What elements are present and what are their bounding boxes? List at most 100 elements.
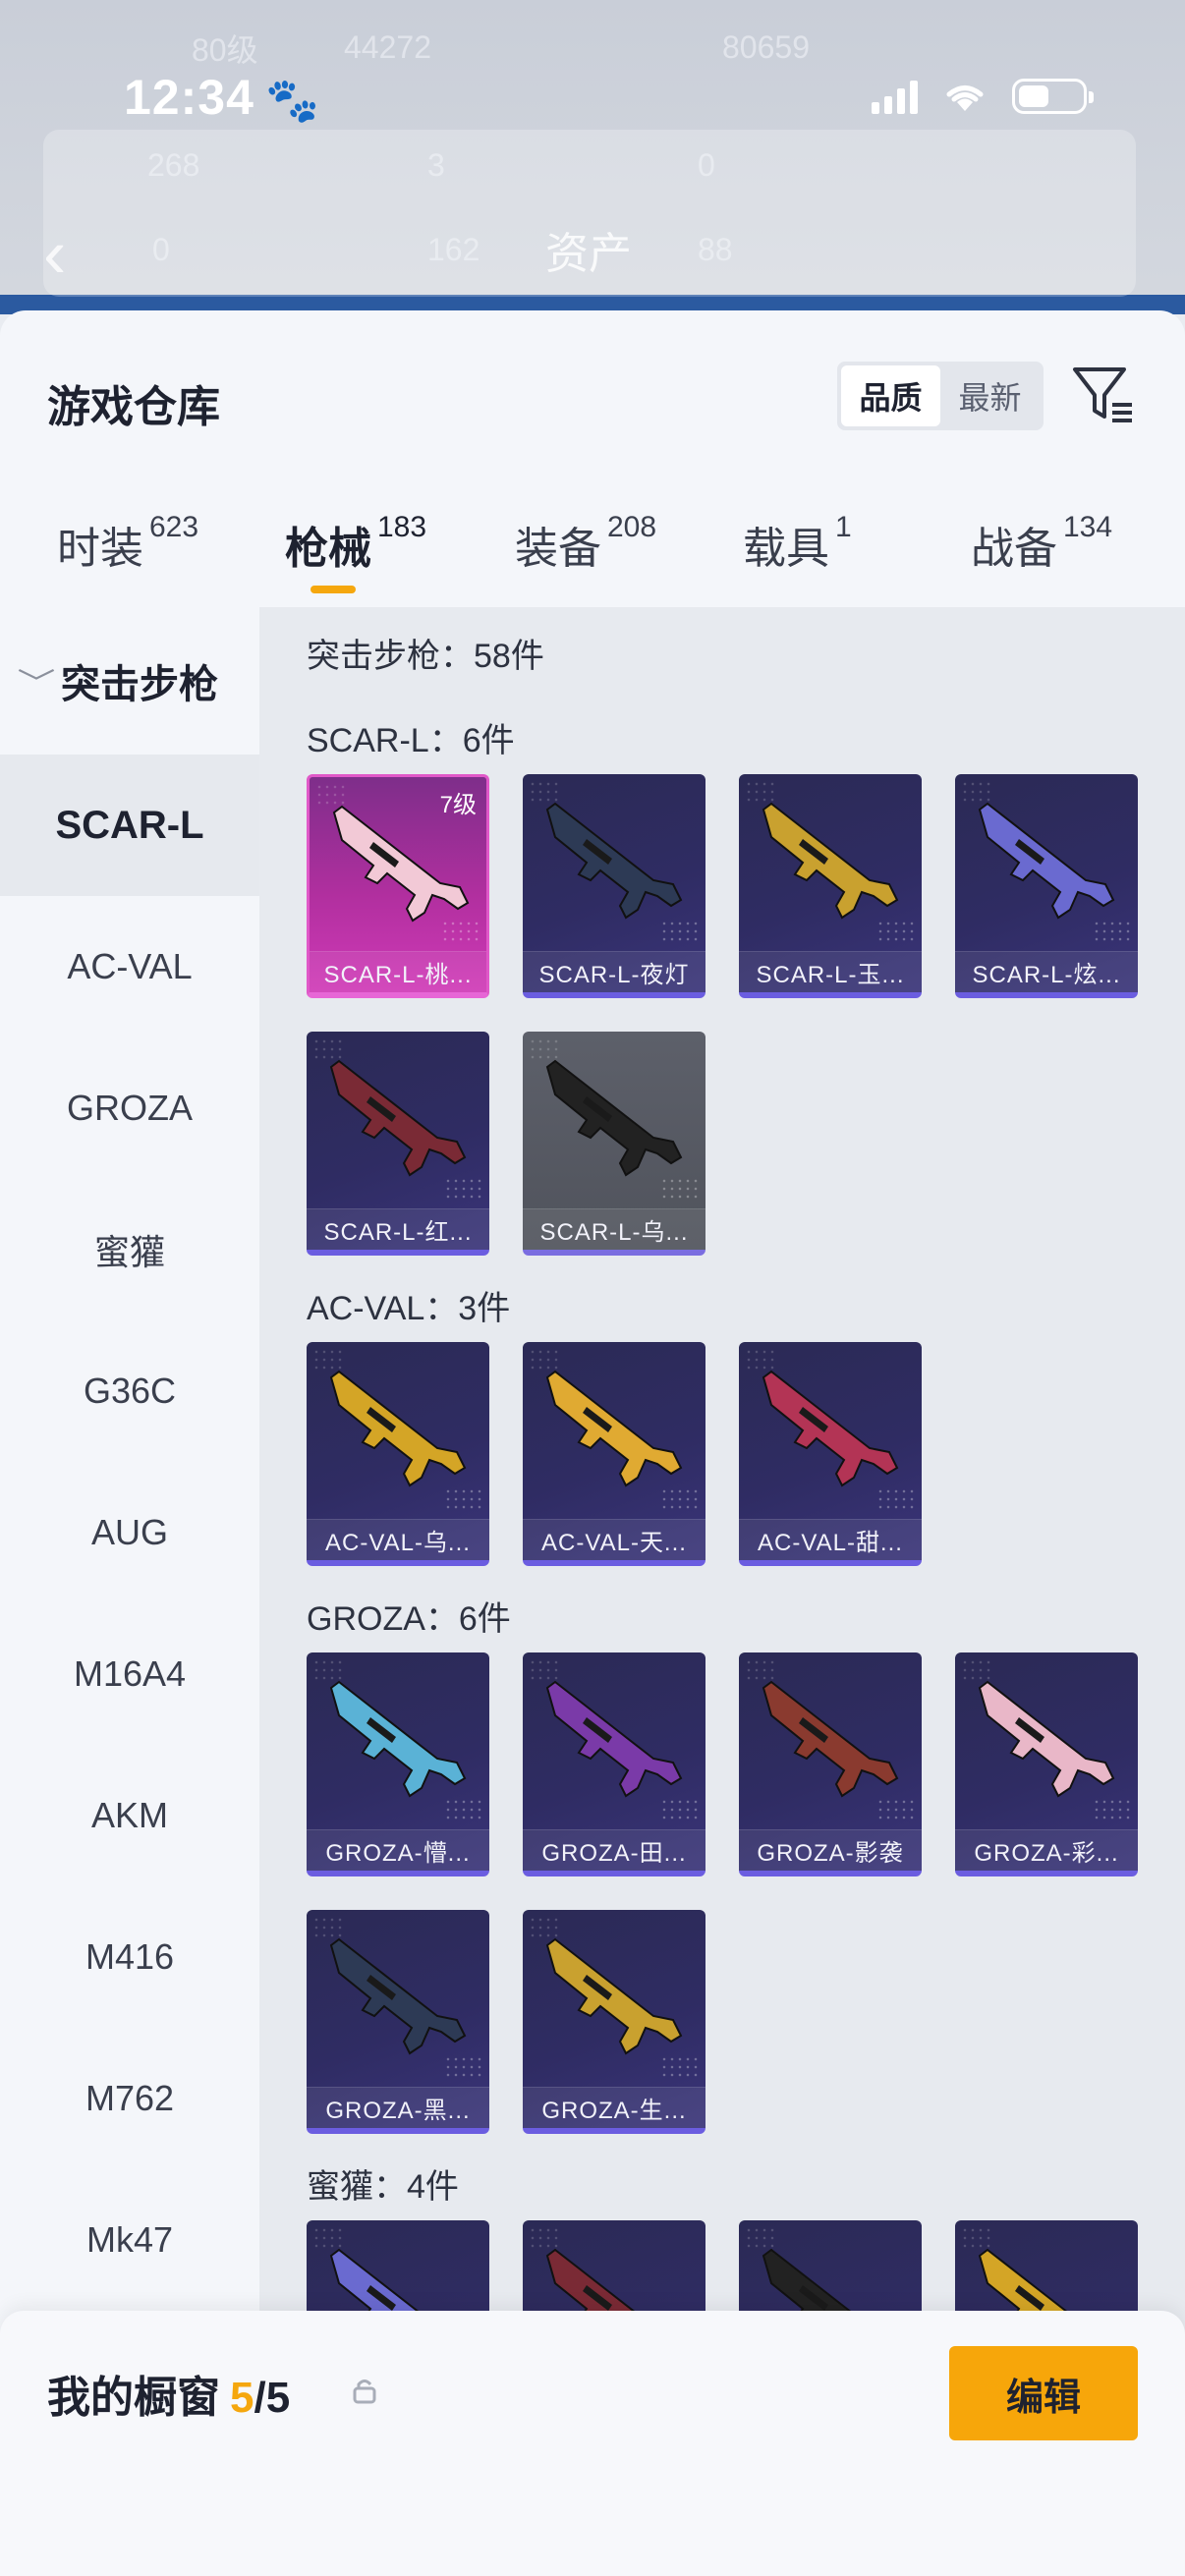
weapon-name: GROZA-黑... [307, 2087, 489, 2128]
weapon-card[interactable]: SCAR-L-红... [307, 1032, 489, 1256]
tab-count: 183 [377, 511, 427, 543]
sidebar-item-groza[interactable]: GROZA [0, 1037, 259, 1179]
wifi-icon [943, 80, 987, 113]
tab-count: 1 [835, 511, 852, 543]
paw-icon: 🐾 [265, 77, 319, 125]
group-header: AC-VAL：3件 [307, 1290, 511, 1327]
weapon-card[interactable]: SCAR-L-炫... [955, 774, 1138, 998]
weapon-card[interactable]: GROZA-生... [523, 1910, 705, 2134]
tab-label: 装备 [515, 525, 601, 573]
weapon-name: SCAR-L-玉... [739, 951, 922, 992]
rifle-icon [329, 1937, 467, 2055]
sidebar-item-m762[interactable]: M762 [0, 2028, 259, 2169]
sidebar-item-ac-val[interactable]: AC-VAL [0, 896, 259, 1037]
weapon-card[interactable]: AC-VAL-天... [523, 1342, 705, 1566]
showcase-total-count: /5 [254, 2374, 291, 2422]
rifle-icon [545, 802, 683, 920]
rifle-icon [978, 1680, 1115, 1798]
category-summary: 突击步枪：58件 [307, 638, 544, 675]
back-chevron-icon[interactable]: ‹ [43, 214, 66, 293]
sidebar-item-honey-badger[interactable]: 蜜獾 [0, 1179, 259, 1320]
sidebar-item-scar-l[interactable]: SCAR-L [0, 755, 259, 896]
tab-count: 208 [607, 511, 657, 543]
weapon-name: AC-VAL-天... [523, 1519, 705, 1560]
rifle-icon [545, 1059, 683, 1177]
showcase-current-count: 5 [230, 2374, 254, 2422]
sidebar-item-m416[interactable]: M416 [0, 1886, 259, 2028]
weapon-card[interactable]: SCAR-L-夜灯 [523, 774, 705, 998]
weapon-type-sidebar: ﹀ 突击步枪 SCAR-L AC-VAL GROZA 蜜獾 G36C AUG M… [0, 607, 259, 2576]
weapon-name: SCAR-L-夜灯 [523, 951, 705, 992]
weapon-name: GROZA-懵... [307, 1829, 489, 1871]
tab-count: 623 [149, 511, 199, 543]
sidebar-item-aug[interactable]: AUG [0, 1462, 259, 1603]
coins-text: 44272 [344, 29, 431, 65]
tab-label: 枪械 [285, 525, 371, 573]
level-text: 80级 [192, 32, 258, 68]
stat-1: 268 [147, 147, 200, 183]
showcase-title: 我的橱窗 [47, 2374, 220, 2422]
group-header: 蜜獾：4件 [307, 2168, 459, 2206]
score-text: 80659 [722, 29, 810, 65]
sidebar-item-m16a4[interactable]: M16A4 [0, 1603, 259, 1745]
tab-label: 战备 [971, 525, 1057, 573]
weapon-card[interactable]: AC-VAL-甜... [739, 1342, 922, 1566]
weapon-card[interactable]: 7级 SCAR-L-桃... [307, 774, 489, 998]
tab-firearms[interactable]: 枪械 183 [285, 511, 427, 576]
sidebar-item-akm[interactable]: AKM [0, 1745, 259, 1886]
weapon-card[interactable]: GROZA-彩... [955, 1652, 1138, 1876]
rifle-icon [329, 1370, 467, 1487]
weapon-name: AC-VAL-甜... [739, 1519, 922, 1560]
weapon-card[interactable]: SCAR-L-玉... [739, 774, 922, 998]
weapon-name: GROZA-彩... [955, 1829, 1138, 1871]
sidebar-category-header[interactable]: ﹀ 突击步枪 [0, 607, 259, 755]
warehouse-sheet: 游戏仓库 品质 最新 时装 623 枪械 183 装备 208 载具 1 战备 [0, 310, 1185, 2576]
showcase-bar: 我的橱窗 5 /5 编辑 [0, 2311, 1185, 2576]
assets-title: 资产 [545, 230, 632, 278]
weapon-name: SCAR-L-桃... [310, 951, 486, 992]
battery-icon [1012, 79, 1094, 114]
lock-icon [353, 2380, 376, 2404]
weapon-name: GROZA-生... [523, 2087, 705, 2128]
stat-2: 3 [427, 147, 445, 183]
stat-6: 88 [698, 232, 733, 267]
group-header: GROZA：6件 [307, 1600, 511, 1638]
rifle-icon [978, 802, 1115, 920]
sidebar-item-mk47[interactable]: Mk47 [0, 2169, 259, 2311]
status-time: 12:34 [124, 70, 254, 125]
background-header: 80级 44272 80659 268 3 0 0 162 88 ‹ 资产 12… [0, 0, 1185, 314]
weapon-name: SCAR-L-乌... [523, 1208, 705, 1250]
chevron-down-icon: ﹀ [17, 668, 56, 700]
edit-button[interactable]: 编辑 [949, 2346, 1138, 2440]
weapon-card[interactable]: GROZA-懵... [307, 1652, 489, 1876]
rifle-icon [545, 1680, 683, 1798]
rifle-icon [762, 1680, 899, 1798]
tab-vehicles[interactable]: 载具 1 [743, 511, 852, 576]
weapon-card[interactable]: GROZA-影袭 [739, 1652, 922, 1876]
tab-supplies[interactable]: 战备 134 [971, 511, 1113, 576]
sheet-title: 游戏仓库 [47, 383, 220, 431]
category-tabs: 时装 623 枪械 183 装备 208 载具 1 战备 134 [0, 493, 1185, 611]
level-badge: 7级 [439, 792, 477, 818]
tab-label: 载具 [743, 525, 829, 573]
weapon-card[interactable]: AC-VAL-乌... [307, 1342, 489, 1566]
tab-fashion[interactable]: 时装 623 [57, 511, 199, 576]
stat-5: 162 [427, 232, 480, 267]
weapon-name: AC-VAL-乌... [307, 1519, 489, 1560]
sort-toggle: 品质 最新 [837, 362, 1044, 430]
weapon-name: GROZA-影袭 [739, 1829, 922, 1871]
filter-icon[interactable] [1069, 360, 1138, 428]
sort-option-quality[interactable]: 品质 [841, 365, 940, 426]
weapon-card[interactable]: GROZA-黑... [307, 1910, 489, 2134]
tab-label: 时装 [57, 525, 143, 573]
rifle-icon [762, 1370, 899, 1487]
weapon-name: SCAR-L-炫... [955, 951, 1138, 992]
weapon-card[interactable]: GROZA-田... [523, 1652, 705, 1876]
tab-count: 134 [1063, 511, 1113, 543]
tab-equipment[interactable]: 装备 208 [515, 511, 657, 576]
weapon-name: SCAR-L-红... [307, 1208, 489, 1250]
weapon-card[interactable]: SCAR-L-乌... [523, 1032, 705, 1256]
sidebar-item-g36c[interactable]: G36C [0, 1320, 259, 1462]
sort-option-newest[interactable]: 最新 [940, 365, 1040, 426]
signal-icon [872, 79, 918, 114]
